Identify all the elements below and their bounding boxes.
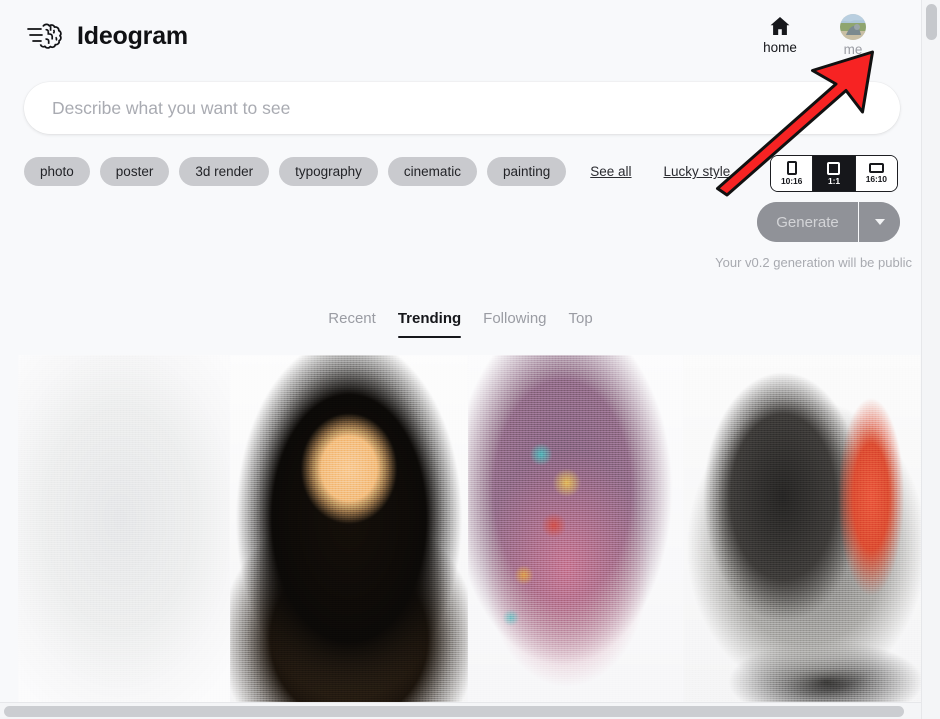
header-nav: home me <box>758 14 897 58</box>
generation-visibility-note: Your v0.2 generation will be public <box>715 255 912 270</box>
image-feed-gallery <box>18 355 921 710</box>
brand-name: Ideogram <box>77 21 188 50</box>
gallery-item-3[interactable] <box>468 355 683 710</box>
prompt-bar[interactable] <box>24 82 900 134</box>
app-header: Ideogram home me <box>0 0 921 72</box>
gallery-item-4[interactable] <box>683 355 921 710</box>
aspect-ratio-group: 10:16 1:1 16:10 <box>770 155 898 192</box>
style-chip-painting[interactable]: painting <box>486 157 567 186</box>
aspect-option-16-10[interactable]: 16:10 <box>855 156 897 191</box>
vertical-scrollbar[interactable] <box>921 0 940 719</box>
home-icon <box>770 17 790 35</box>
aspect-option-1-1[interactable]: 1:1 <box>813 156 856 191</box>
tab-trending[interactable]: Trending <box>397 310 462 338</box>
style-chip-poster[interactable]: poster <box>99 157 170 186</box>
nav-label-me: me <box>843 42 863 57</box>
image-noise-overlay-1 <box>18 355 230 710</box>
brain-logo-icon <box>27 23 62 49</box>
aspect-label-16-10: 16:10 <box>865 174 887 184</box>
style-chip-cinematic[interactable]: cinematic <box>387 157 477 186</box>
brand[interactable]: Ideogram <box>26 18 188 54</box>
nav-label-home: home <box>763 40 797 55</box>
style-chip-photo[interactable]: photo <box>24 157 90 186</box>
portrait-frame-icon <box>786 161 797 175</box>
gallery-item-1[interactable] <box>18 355 230 710</box>
image-noise-overlay-2 <box>230 355 468 710</box>
landscape-frame-icon <box>868 163 884 173</box>
aspect-label-10-16: 10:16 <box>781 176 803 186</box>
aspect-label-1-1: 1:1 <box>827 175 840 186</box>
lucky-style-link[interactable]: Lucky style <box>664 164 731 179</box>
app-root: Ideogram home me Describe what you want … <box>0 0 940 719</box>
prompt-input[interactable] <box>52 82 872 134</box>
generate-button-group: Generate <box>757 202 900 242</box>
square-frame-icon <box>827 161 841 175</box>
tab-top[interactable]: Top <box>569 310 593 338</box>
style-chip-typography[interactable]: typography <box>279 157 378 186</box>
tab-following[interactable]: Following <box>483 310 546 338</box>
feed-tabs: Recent Trending Following Top <box>0 310 921 338</box>
horizontal-scrollbar-thumb[interactable] <box>4 706 904 717</box>
chevron-down-icon <box>874 219 885 225</box>
generate-dropdown-button[interactable] <box>858 202 900 242</box>
aspect-option-10-16[interactable]: 10:16 <box>771 156 814 191</box>
image-noise-overlay-3 <box>468 355 683 710</box>
see-all-link[interactable]: See all <box>590 164 631 179</box>
style-chips-row: photo poster 3d render typography cinema… <box>24 157 730 186</box>
vertical-scrollbar-thumb[interactable] <box>926 4 937 40</box>
nav-item-me[interactable]: me <box>831 14 875 58</box>
tab-recent[interactable]: Recent <box>328 310 376 338</box>
style-chip-3d-render[interactable]: 3d render <box>179 157 270 186</box>
image-noise-overlay-4 <box>683 355 921 710</box>
generate-button[interactable]: Generate <box>757 202 858 242</box>
nav-item-home[interactable]: home <box>758 14 802 56</box>
horizontal-scrollbar[interactable] <box>0 702 921 719</box>
gallery-item-2[interactable] <box>230 355 468 710</box>
avatar <box>840 14 866 40</box>
